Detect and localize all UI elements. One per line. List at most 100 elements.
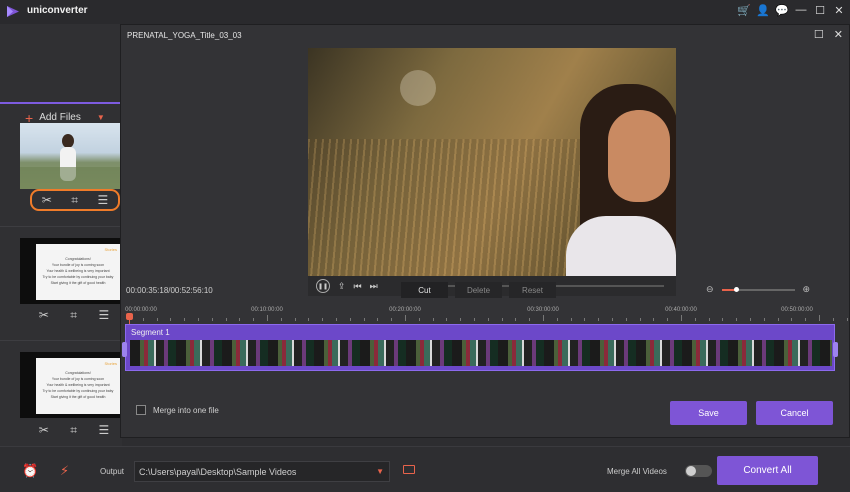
ruler-tick xyxy=(598,318,600,321)
toggle-knob xyxy=(686,466,696,476)
ruler-tick xyxy=(211,318,213,321)
scissors-icon[interactable]: ✂ xyxy=(39,308,49,322)
ruler-tick xyxy=(198,318,199,321)
ruler-tick xyxy=(832,318,834,321)
snapshot-icon[interactable]: ⇪ xyxy=(338,281,346,292)
slide-line: Start giving it the gift of good health xyxy=(50,281,106,285)
ruler-tick xyxy=(736,318,738,321)
bokeh-light xyxy=(400,70,436,106)
dialog-title: PRENATAL_YOGA_Title_03_03 xyxy=(127,31,242,40)
reset-button[interactable]: Reset xyxy=(509,282,556,298)
merge-option[interactable]: Merge into one file xyxy=(136,405,219,415)
ruler-tick xyxy=(184,318,186,321)
ruler-tick xyxy=(405,315,406,321)
timeline-ruler[interactable]: 00:00:00:00 00:10:00:00 00:20:00:00 00:30:0… xyxy=(123,307,848,321)
dialog-controls: ☐ ✕ xyxy=(814,28,843,41)
divider xyxy=(0,340,122,341)
crop-icon[interactable]: ⌗ xyxy=(70,308,77,323)
chevron-down-icon[interactable]: ▼ xyxy=(97,113,105,122)
user-icon[interactable]: 👤 xyxy=(756,2,770,18)
video-thumbnail[interactable]: Stories Congratulations! Your bundle of … xyxy=(20,238,120,304)
edit-tools-row: ✂ ⌗ ☰ xyxy=(30,189,120,211)
app-logo-icon xyxy=(7,6,19,17)
scissors-icon[interactable]: ✂ xyxy=(42,193,52,207)
ruler-tick xyxy=(791,318,793,321)
save-button[interactable]: Save xyxy=(670,401,747,425)
video-preview[interactable] xyxy=(308,48,676,276)
crop-icon[interactable]: ⌗ xyxy=(71,193,78,208)
zoom-control: ⊖ ⊕ xyxy=(706,284,810,295)
slide-tag: Stories xyxy=(104,361,117,366)
next-frame-icon[interactable]: ⏭ xyxy=(370,281,378,292)
alarm-clock-icon[interactable]: ⏰ xyxy=(22,463,38,479)
cart-icon[interactable]: 🛒 xyxy=(737,2,751,18)
ruler-tick xyxy=(543,315,544,321)
ruler-tick xyxy=(225,318,227,321)
adjust-icon[interactable]: ☰ xyxy=(99,308,110,322)
ruler-tick xyxy=(667,318,669,321)
folder-icon[interactable] xyxy=(403,465,415,474)
close-icon[interactable]: ✕ xyxy=(832,2,846,18)
maximize-icon[interactable]: ☐ xyxy=(814,28,824,41)
chat-icon[interactable]: 💬 xyxy=(775,2,789,18)
ruler-label: 00:40:00:00 xyxy=(665,307,697,313)
app-window: uniconverter 🛒 👤 💬 — ☐ ✕ + Add Files ▼ ✂… xyxy=(0,0,850,492)
segment-start-handle[interactable] xyxy=(122,342,127,357)
woman-lake-thumbnail xyxy=(20,134,120,189)
add-files-label: Add Files xyxy=(39,112,81,123)
slide-preview: Stories Congratulations! Your bundle of … xyxy=(36,358,120,414)
zoom-in-icon[interactable]: ⊕ xyxy=(803,284,811,295)
ruler-tick xyxy=(446,318,448,321)
plus-icon: + xyxy=(25,109,34,126)
bottom-bar: ⏰ ⚡ Output C:\Users\payal\Desktop\Sample… xyxy=(0,446,850,492)
chevron-down-icon[interactable]: ▼ xyxy=(376,467,384,476)
maximize-icon[interactable]: ☐ xyxy=(813,2,827,18)
ruler-tick xyxy=(750,318,751,321)
adjust-icon[interactable]: ☰ xyxy=(99,423,110,437)
segment-end-handle[interactable] xyxy=(833,342,838,357)
zoom-slider[interactable] xyxy=(721,286,795,292)
previous-frame-icon[interactable]: ⏮ xyxy=(354,281,362,292)
ruler-label: 00:30:00:00 xyxy=(527,307,559,313)
adjust-icon[interactable]: ☰ xyxy=(98,193,109,207)
ruler-tick xyxy=(584,318,586,321)
ruler-tick xyxy=(156,318,158,321)
pause-icon[interactable]: ❚❚ xyxy=(316,279,330,293)
slide-line: Start giving it the gift of good health xyxy=(50,395,106,399)
app-name: uniconverter xyxy=(27,5,88,16)
ruler-label: 00:50:00:00 xyxy=(781,307,813,313)
time-readout: 00:00:35:18/00:52:56:10 xyxy=(126,286,213,295)
cut-button[interactable]: Cut xyxy=(401,282,448,298)
slide-preview: Stories Congratulations! Your bundle of … xyxy=(36,244,120,300)
divider xyxy=(0,226,122,227)
close-icon[interactable]: ✕ xyxy=(834,28,843,41)
ruler-tick xyxy=(322,318,324,321)
merge-all-toggle[interactable] xyxy=(685,465,712,477)
ruler-tick xyxy=(280,318,282,321)
ruler-tick xyxy=(694,318,696,321)
merge-checkbox[interactable] xyxy=(136,405,146,415)
edit-tools-row: ✂ ⌗ ☰ xyxy=(28,421,120,439)
video-thumbnail[interactable]: Stories Congratulations! Your bundle of … xyxy=(20,352,120,418)
ruler-tick xyxy=(363,318,365,321)
video-thumbnail[interactable] xyxy=(20,123,120,189)
add-files-button[interactable]: + Add Files ▼ xyxy=(25,109,105,126)
cancel-button[interactable]: Cancel xyxy=(756,401,833,425)
person-shirt xyxy=(566,216,676,276)
scissors-icon[interactable]: ✂ xyxy=(39,423,49,437)
crop-icon[interactable]: ⌗ xyxy=(70,423,77,438)
output-path-field[interactable]: C:\Users\payal\Desktop\Sample Videos ▼ xyxy=(134,461,390,482)
ruler-tick xyxy=(846,318,848,321)
ruler-tick xyxy=(267,315,268,321)
delete-button[interactable]: Delete xyxy=(455,282,502,298)
output-path: C:\Users\payal\Desktop\Sample Videos xyxy=(139,467,297,477)
ruler-label: 00:10:00:00 xyxy=(251,307,283,313)
zoom-knob[interactable] xyxy=(734,286,740,292)
segment-track[interactable]: Segment 1 xyxy=(125,324,835,371)
lightning-icon[interactable]: ⚡ xyxy=(60,463,69,479)
minimize-icon[interactable]: — xyxy=(794,2,808,18)
tab-indicator xyxy=(0,102,120,104)
zoom-out-icon[interactable]: ⊖ xyxy=(706,284,714,295)
convert-all-button[interactable]: Convert All xyxy=(717,456,818,485)
edit-tools-row: ✂ ⌗ ☰ xyxy=(28,306,120,324)
